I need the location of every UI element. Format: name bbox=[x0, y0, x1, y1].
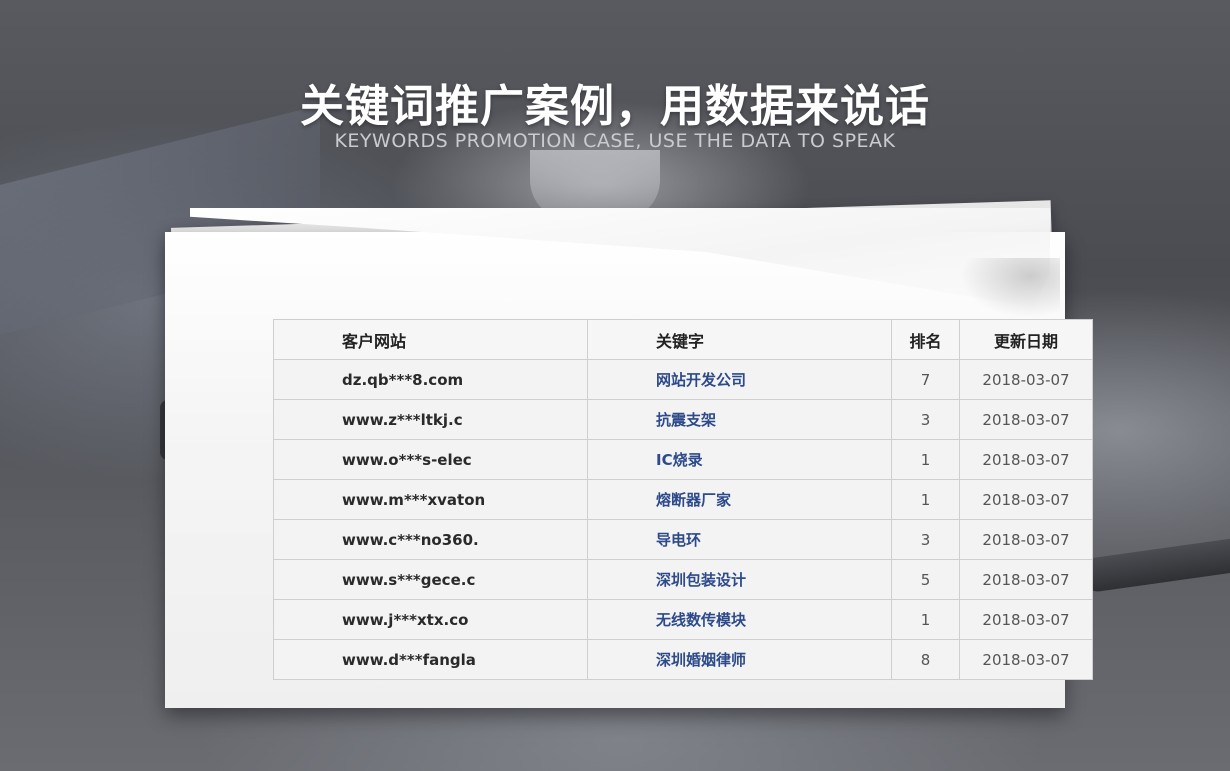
cell-date: 2018-03-07 bbox=[959, 479, 1093, 520]
cell-keyword-link[interactable]: 熔断器厂家 bbox=[587, 479, 892, 520]
table-row: www.c***no360. 导电环 3 2018-03-07 bbox=[273, 519, 1093, 560]
cell-date: 2018-03-07 bbox=[959, 599, 1093, 640]
page-subtitle: KEYWORDS PROMOTION CASE, USE THE DATA TO… bbox=[334, 130, 896, 152]
cell-keyword-link[interactable]: 抗震支架 bbox=[587, 399, 892, 440]
cell-rank: 1 bbox=[891, 599, 960, 640]
cell-rank: 3 bbox=[891, 519, 960, 560]
table-row: www.s***gece.c 深圳包装设计 5 2018-03-07 bbox=[273, 559, 1093, 600]
cell-date: 2018-03-07 bbox=[959, 439, 1093, 480]
cell-date: 2018-03-07 bbox=[959, 639, 1093, 680]
cell-keyword-link[interactable]: IC烧录 bbox=[587, 439, 892, 480]
table-row: www.o***s-elec IC烧录 1 2018-03-07 bbox=[273, 439, 1093, 480]
column-header-site: 客户网站 bbox=[273, 319, 588, 360]
table-row: www.z***ltkj.c 抗震支架 3 2018-03-07 bbox=[273, 399, 1093, 440]
cell-date: 2018-03-07 bbox=[959, 399, 1093, 440]
cell-date: 2018-03-07 bbox=[959, 559, 1093, 600]
cell-rank: 3 bbox=[891, 399, 960, 440]
cell-keyword-link[interactable]: 深圳婚姻律师 bbox=[587, 639, 892, 680]
cell-keyword-link[interactable]: 网站开发公司 bbox=[587, 359, 892, 400]
case-table: 客户网站 关键字 排名 更新日期 dz.qb***8.com 网站开发公司 7 … bbox=[273, 319, 1093, 680]
paper-curl-shadow bbox=[960, 258, 1060, 318]
column-header-keyword: 关键字 bbox=[587, 319, 892, 360]
cell-site: www.m***xvaton bbox=[273, 479, 588, 520]
background-pen bbox=[1078, 536, 1230, 594]
table-row: www.m***xvaton 熔断器厂家 1 2018-03-07 bbox=[273, 479, 1093, 520]
cell-date: 2018-03-07 bbox=[959, 519, 1093, 560]
page-background: 关键词推广案例，用数据来说话 KEYWORDS PROMOTION CASE, … bbox=[0, 0, 1230, 771]
table-row: www.j***xtx.co 无线数传模块 1 2018-03-07 bbox=[273, 599, 1093, 640]
cell-rank: 5 bbox=[891, 559, 960, 600]
column-header-date: 更新日期 bbox=[959, 319, 1093, 360]
page-title: 关键词推广案例，用数据来说话 bbox=[300, 81, 930, 132]
table-row: dz.qb***8.com 网站开发公司 7 2018-03-07 bbox=[273, 359, 1093, 400]
cell-keyword-link[interactable]: 深圳包装设计 bbox=[587, 559, 892, 600]
cell-site: www.o***s-elec bbox=[273, 439, 588, 480]
cell-site: dz.qb***8.com bbox=[273, 359, 588, 400]
cell-site: www.d***fangla bbox=[273, 639, 588, 680]
table-header-row: 客户网站 关键字 排名 更新日期 bbox=[273, 319, 1093, 360]
cell-rank: 8 bbox=[891, 639, 960, 680]
cell-site: www.s***gece.c bbox=[273, 559, 588, 600]
cell-keyword-link[interactable]: 无线数传模块 bbox=[587, 599, 892, 640]
cell-site: www.c***no360. bbox=[273, 519, 588, 560]
cell-site: www.z***ltkj.c bbox=[273, 399, 588, 440]
cell-rank: 1 bbox=[891, 479, 960, 520]
cell-keyword-link[interactable]: 导电环 bbox=[587, 519, 892, 560]
cell-rank: 1 bbox=[891, 439, 960, 480]
column-header-rank: 排名 bbox=[891, 319, 960, 360]
cell-rank: 7 bbox=[891, 359, 960, 400]
table-row: www.d***fangla 深圳婚姻律师 8 2018-03-07 bbox=[273, 639, 1093, 680]
cell-date: 2018-03-07 bbox=[959, 359, 1093, 400]
cell-site: www.j***xtx.co bbox=[273, 599, 588, 640]
